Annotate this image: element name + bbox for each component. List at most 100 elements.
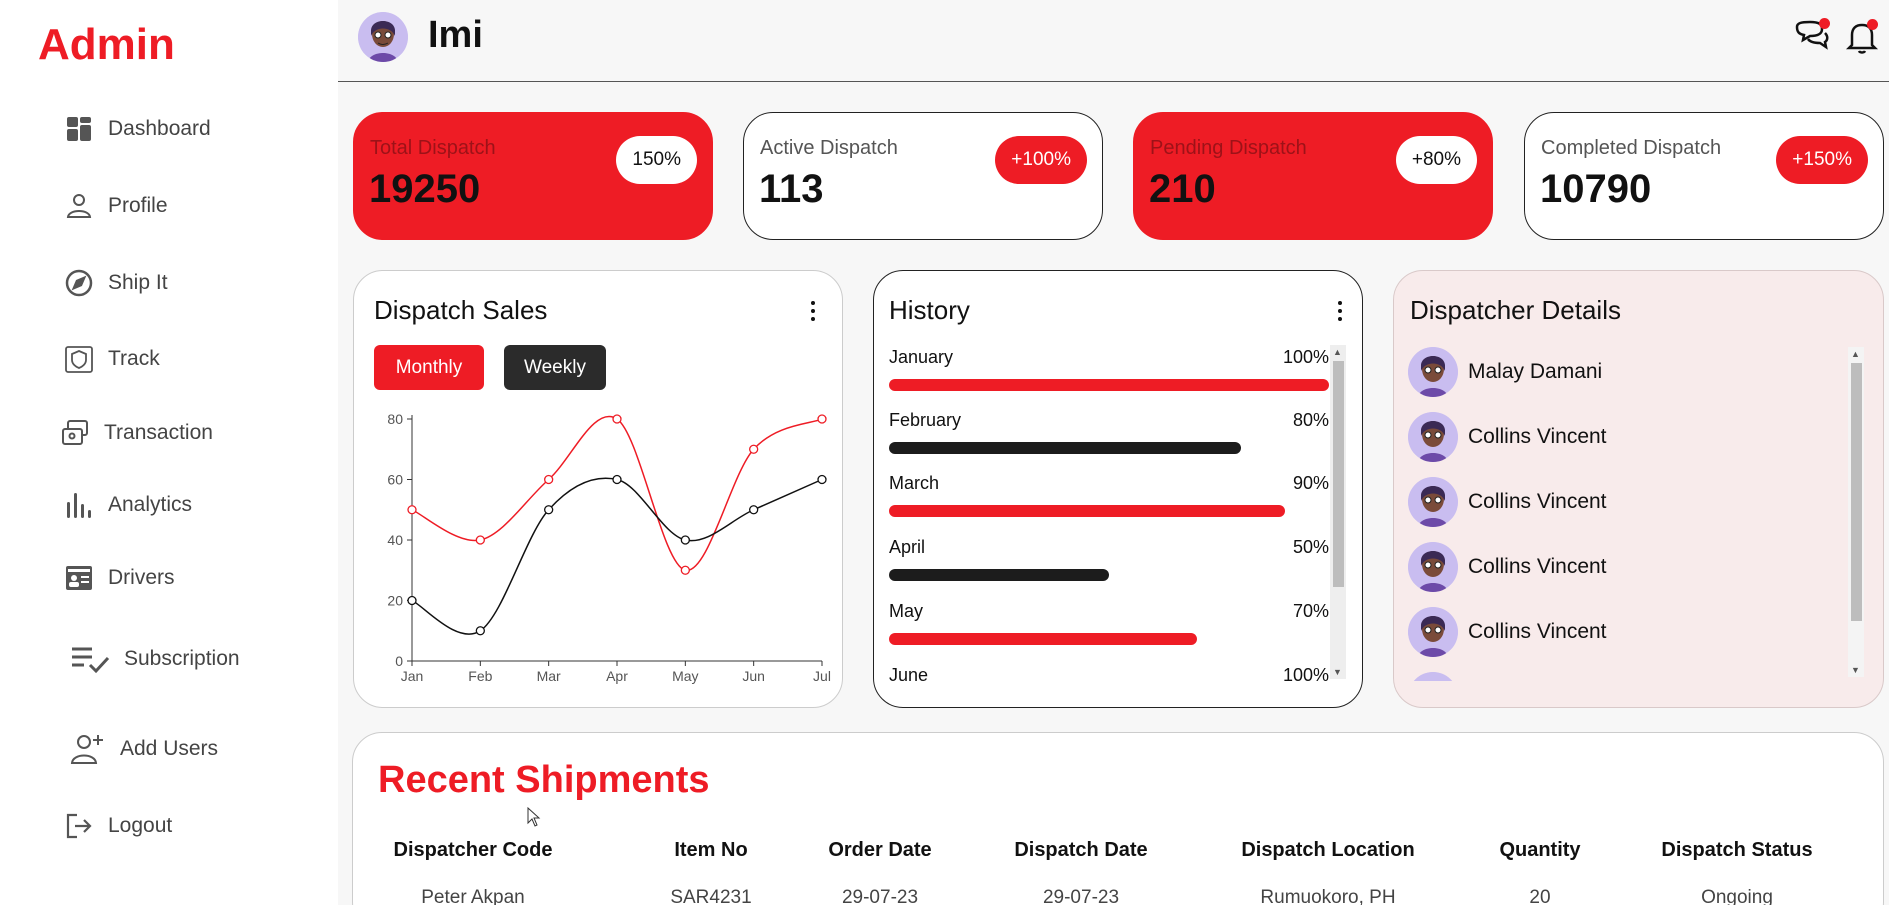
table-header-cell[interactable]: Dispatch Date: [971, 839, 1191, 862]
stat-value: 10790: [1540, 167, 1652, 211]
sidebar-item-analytics[interactable]: Analytics: [64, 490, 192, 520]
more-menu-icon[interactable]: [810, 301, 816, 321]
dispatcher-item[interactable]: [1408, 672, 1458, 681]
dispatcher-name: Collins Vincent: [1468, 620, 1607, 643]
sidebar-item-label: Subscription: [124, 647, 240, 670]
section-title: Recent Shipments: [378, 759, 710, 801]
table-cell: 29-07-23: [1042, 887, 1120, 905]
scroll-up-icon[interactable]: ▲: [1333, 347, 1342, 357]
avatar: [1408, 607, 1458, 657]
stat-card-completed-dispatch[interactable]: Completed Dispatch 10790 +150%: [1524, 112, 1884, 240]
dispatcher-details-panel: Dispatcher Details Malay Damani Collins V…: [1393, 270, 1884, 708]
sidebar-item-label: Profile: [108, 194, 168, 217]
dashboard-icon: [64, 114, 94, 144]
stat-card-active-dispatch[interactable]: Active Dispatch 113 +100%: [743, 112, 1103, 240]
data-point: [817, 474, 827, 485]
dispatcher-name: Collins Vincent: [1468, 555, 1607, 578]
stat-label: Total Dispatch: [370, 137, 496, 159]
dispatcher-scrollbar[interactable]: ▲ ▼: [1848, 347, 1864, 677]
history-month: January: [889, 347, 954, 367]
dispatcher-item[interactable]: Collins Vincent: [1408, 542, 1607, 592]
data-point: [544, 505, 554, 515]
avatar: [1408, 672, 1458, 681]
y-tick-label: 0: [395, 653, 403, 669]
top-bar: Imi: [338, 0, 1889, 82]
bar-chart-icon: [64, 490, 94, 520]
table-cell: Ongoing: [1701, 887, 1773, 905]
history-month: February: [889, 410, 962, 430]
weekly-button[interactable]: Weekly: [504, 345, 606, 390]
y-tick-label: 60: [387, 472, 403, 488]
table-cell: Peter Akpan: [421, 887, 525, 905]
stat-value: 19250: [369, 167, 481, 211]
panel-title: Dispatch Sales: [374, 295, 548, 325]
logout-icon: [64, 811, 94, 841]
stat-value: 113: [759, 167, 824, 211]
stat-value: 210: [1149, 167, 1216, 211]
dispatcher-item[interactable]: Collins Vincent: [1408, 412, 1607, 462]
dispatcher-list: Malay Damani Collins Vincent Collins Vince…: [1394, 347, 1844, 681]
x-tick-label: Jan: [401, 668, 424, 684]
user-name: Imi: [428, 14, 483, 56]
dispatcher-item[interactable]: Collins Vincent: [1408, 477, 1607, 527]
history-scrollbar[interactable]: ▲ ▼: [1330, 345, 1346, 679]
sidebar-item-label: Ship It: [108, 271, 168, 294]
sidebar-item-ship-it[interactable]: Ship It: [64, 268, 168, 298]
x-tick-label: May: [672, 668, 698, 684]
scroll-thumb[interactable]: [1333, 361, 1344, 587]
history-percent: 50%: [1292, 537, 1329, 557]
history-bar-track: [889, 633, 1329, 645]
scroll-down-icon[interactable]: ▼: [1851, 665, 1860, 675]
history-bar-fill: [889, 569, 1109, 581]
bell-icon[interactable]: [1843, 18, 1881, 56]
sidebar-item-add-users[interactable]: Add Users: [70, 731, 218, 767]
sidebar-item-drivers[interactable]: Drivers: [64, 563, 175, 593]
table-header-cell[interactable]: Quantity: [1430, 839, 1650, 862]
sidebar-item-track[interactable]: Track: [64, 344, 160, 374]
stat-card-total-dispatch[interactable]: Total Dispatch 19250 150%: [353, 112, 713, 240]
data-point: [680, 565, 690, 575]
sidebar-item-subscription[interactable]: Subscription: [70, 644, 240, 674]
dispatcher-name: Malay Damani: [1468, 360, 1603, 383]
table-header-cell[interactable]: Dispatch Status: [1627, 839, 1847, 862]
monthly-button[interactable]: Monthly: [374, 345, 484, 390]
data-point: [544, 474, 554, 485]
recent-shipments-panel: Recent Shipments Dispatcher Code Item No O…: [352, 732, 1884, 905]
transaction-icon: [60, 418, 90, 448]
sidebar-item-profile[interactable]: Profile: [64, 191, 168, 221]
avatar[interactable]: [358, 12, 408, 62]
stat-card-pending-dispatch[interactable]: Pending Dispatch 210 +80%: [1133, 112, 1493, 240]
y-tick-label: 80: [387, 411, 403, 427]
compass-icon: [64, 268, 94, 298]
history-percent: 90%: [1292, 473, 1329, 493]
data-point: [475, 535, 485, 545]
table-header-cell[interactable]: Dispatch Location: [1218, 839, 1438, 862]
add-user-icon: [70, 731, 106, 767]
history-month: March: [889, 473, 940, 493]
sidebar-item-label: Drivers: [108, 566, 175, 589]
stat-badge: +100%: [995, 136, 1087, 184]
table-header-cell[interactable]: Dispatcher Code: [363, 839, 583, 862]
stat-label: Active Dispatch: [760, 137, 898, 159]
sidebar-item-transaction[interactable]: Transaction: [60, 418, 213, 448]
sidebar-item-logout[interactable]: Logout: [64, 811, 172, 841]
scroll-up-icon[interactable]: ▲: [1851, 349, 1860, 359]
dispatcher-item[interactable]: Malay Damani: [1408, 347, 1602, 397]
dispatcher-item[interactable]: Collins Vincent: [1408, 607, 1607, 657]
data-point: [749, 505, 759, 515]
data-point: [749, 444, 759, 454]
scroll-thumb[interactable]: [1851, 363, 1862, 621]
sidebar-item-dashboard[interactable]: Dashboard: [64, 114, 211, 144]
history-month: May: [889, 601, 924, 621]
sidebar-item-label: Transaction: [104, 421, 213, 444]
bell-unread-dot: [1867, 19, 1878, 30]
avatar: [1408, 412, 1458, 462]
chat-icon[interactable]: [1793, 18, 1831, 56]
table-header-cell[interactable]: Order Date: [770, 839, 990, 862]
avatar: [1408, 347, 1458, 397]
sidebar-item-label: Logout: [108, 814, 173, 837]
scroll-down-icon[interactable]: ▼: [1333, 667, 1342, 677]
history-bar-fill: [889, 442, 1241, 454]
history-bar-track: [889, 379, 1329, 391]
history-panel: History January 100% February 80% March 90% Ap…: [873, 270, 1363, 708]
